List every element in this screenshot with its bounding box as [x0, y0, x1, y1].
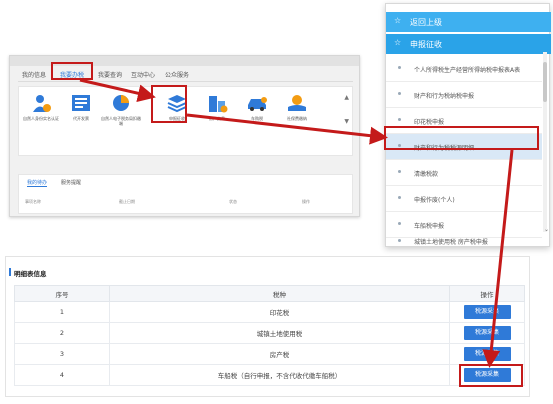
- arrow-to-button: [482, 149, 514, 368]
- annotation-arrows: [79, 78, 514, 368]
- arrow-to-menu: [186, 113, 388, 145]
- arrow-to-service: [79, 78, 156, 103]
